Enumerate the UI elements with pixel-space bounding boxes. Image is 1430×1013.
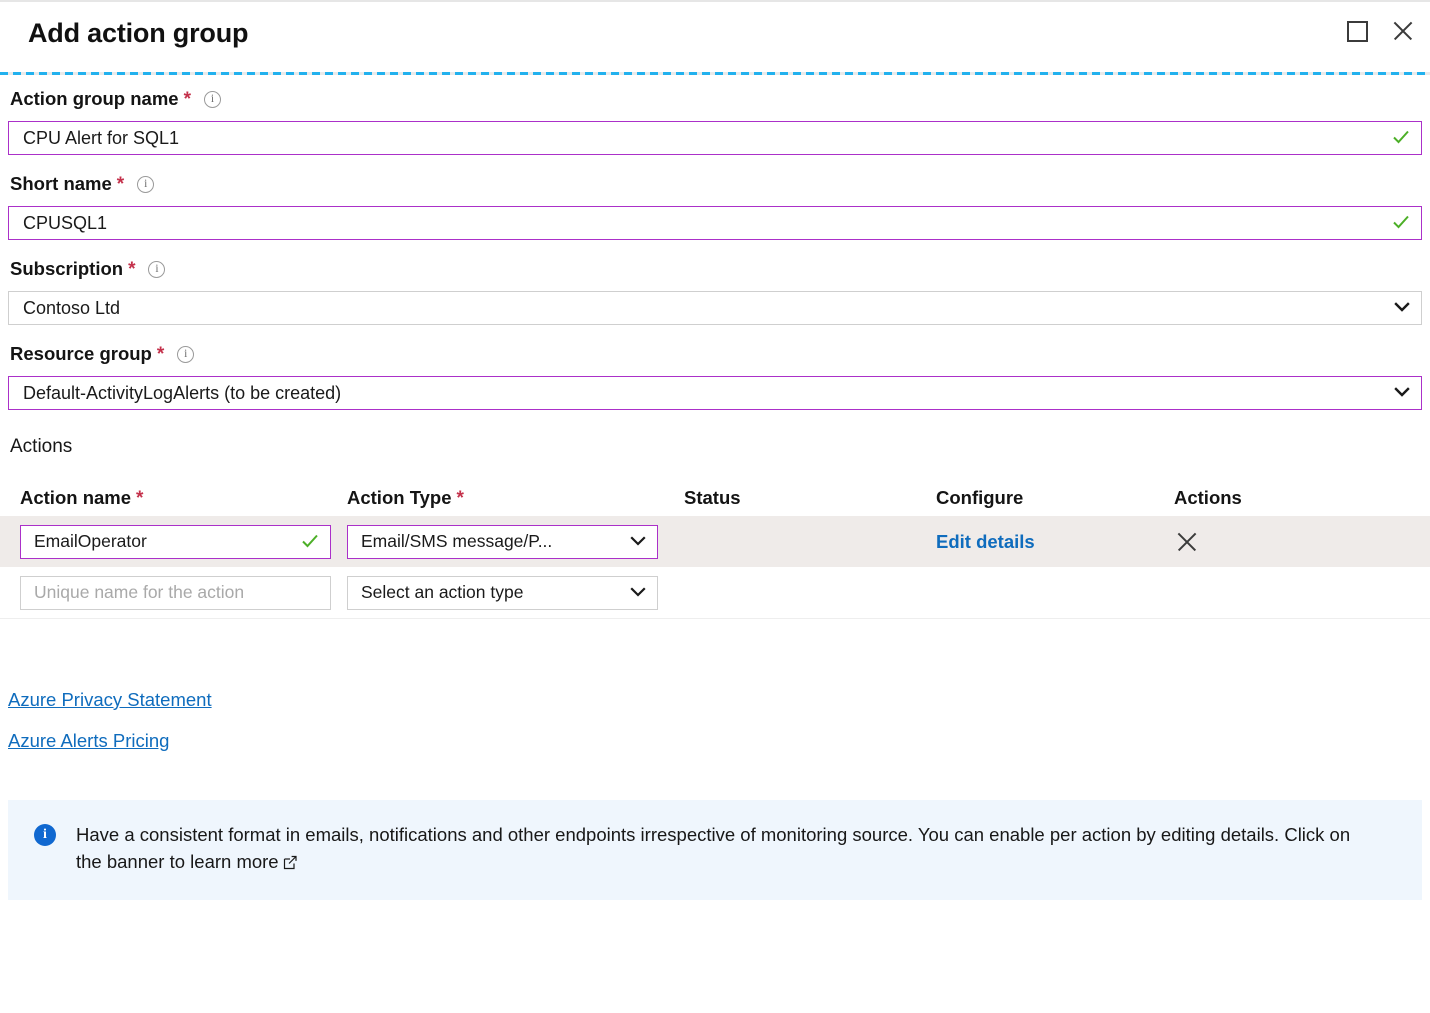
required-asterisk: * [156, 343, 165, 365]
label-text: Action group name [10, 88, 179, 109]
info-banner[interactable]: i Have a consistent format in emails, no… [8, 800, 1422, 900]
blade-header: Add action group [0, 2, 1430, 68]
input-row-action-group-name [8, 121, 1422, 155]
cell-actions [1174, 529, 1374, 555]
input-row-subscription [8, 291, 1422, 325]
actions-table: Action name * Action Type * Status Confi… [0, 480, 1430, 619]
dashed-divider-line [0, 72, 1430, 75]
label-text: Subscription [10, 258, 124, 279]
label-resource-group: Resource group * i [0, 339, 1430, 369]
maximize-icon[interactable] [1347, 20, 1368, 42]
field-short-name: Short name * i [0, 169, 1430, 240]
short-name-input[interactable] [8, 206, 1422, 240]
action-name-input-row2[interactable] [20, 575, 331, 610]
required-asterisk: * [116, 173, 125, 195]
actions-table-header: Action name * Action Type * Status Confi… [0, 480, 1430, 516]
delete-action-icon[interactable] [1174, 529, 1200, 555]
azure-privacy-statement-link[interactable]: Azure Privacy Statement [8, 689, 212, 711]
cell-action-type: Email/SMS message/P... [347, 524, 684, 559]
label-short-name: Short name * i [0, 169, 1430, 199]
required-asterisk: * [456, 487, 464, 509]
info-icon[interactable]: i [148, 260, 166, 278]
banner-message: Have a consistent format in emails, noti… [76, 824, 1351, 872]
column-header-action-type: Action Type * [347, 487, 684, 509]
edit-details-link[interactable]: Edit details [936, 531, 1035, 552]
field-resource-group: Resource group * i [0, 339, 1430, 410]
cell-action-name [20, 575, 347, 610]
header-text: Action Type [347, 487, 452, 508]
action-type-select-row2[interactable]: Select an action type [347, 575, 658, 610]
input-row-short-name [8, 206, 1422, 240]
label-action-group-name: Action group name * i [0, 84, 1430, 114]
cell-action-name [20, 524, 347, 559]
required-asterisk: * [128, 258, 136, 280]
subscription-select[interactable] [8, 291, 1422, 325]
window-controls [1347, 18, 1416, 44]
action-group-name-input[interactable] [8, 121, 1422, 155]
column-header-configure: Configure [936, 487, 1024, 508]
cell-action-type: Select an action type [347, 575, 684, 610]
column-header-action-name: Action name * [20, 487, 347, 509]
table-row: Select an action type [0, 567, 1430, 619]
action-type-select-row1[interactable]: Email/SMS message/P... [347, 524, 658, 559]
action-name-input-row1[interactable] [20, 524, 331, 559]
info-icon[interactable]: i [177, 345, 195, 363]
documentation-links: Azure Privacy Statement Azure Alerts Pri… [0, 689, 1430, 752]
info-icon[interactable]: i [137, 175, 155, 193]
field-action-group-name: Action group name * i [0, 84, 1430, 155]
close-icon[interactable] [1390, 18, 1416, 44]
label-text: Resource group [10, 343, 152, 364]
page-title: Add action group [28, 18, 249, 48]
form-area: Action group name * i Short name * i Sub… [0, 84, 1430, 900]
required-asterisk: * [183, 88, 191, 110]
required-asterisk: * [136, 487, 144, 509]
label-subscription: Subscription * i [0, 254, 1430, 284]
input-row-resource-group [8, 376, 1422, 410]
header-text: Action name [20, 487, 132, 508]
info-icon: i [34, 824, 56, 846]
info-icon[interactable]: i [203, 90, 221, 108]
header-divider [0, 72, 1430, 75]
actions-section-heading: Actions [10, 436, 73, 457]
column-header-status: Status [684, 487, 741, 508]
info-banner-text: Have a consistent format in emails, noti… [76, 822, 1366, 876]
field-subscription: Subscription * i [0, 254, 1430, 325]
azure-alerts-pricing-link[interactable]: Azure Alerts Pricing [8, 730, 169, 752]
resource-group-select[interactable] [8, 376, 1422, 410]
label-text: Short name [10, 173, 112, 194]
external-link-icon [283, 855, 298, 870]
cell-configure: Edit details [936, 531, 1174, 553]
table-row: Email/SMS message/P... Edit details [0, 516, 1430, 567]
column-header-actions: Actions [1174, 487, 1242, 508]
